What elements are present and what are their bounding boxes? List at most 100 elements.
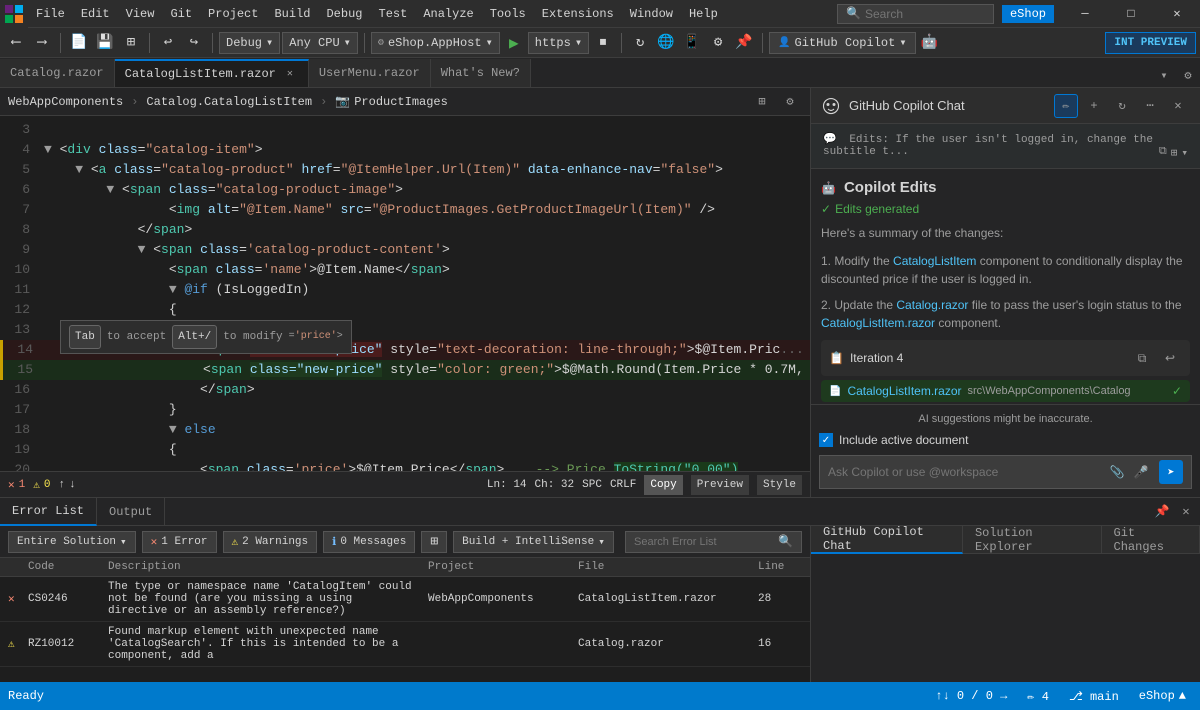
run-button[interactable]: ▶	[502, 31, 526, 55]
copilot-edit-mode-button[interactable]: ✏	[1054, 94, 1078, 118]
menu-build[interactable]: Build	[266, 0, 318, 27]
col-icon[interactable]	[0, 558, 20, 576]
copilot-profile[interactable]: 👤 GitHub Copilot ▾	[769, 32, 916, 54]
copilot-input[interactable]	[828, 465, 1099, 479]
code-editor[interactable]: 3 4 ▼ <div class="catalog-item"> 5 ▼ <a …	[0, 116, 810, 471]
col-description[interactable]: Description	[100, 558, 420, 576]
menu-project[interactable]: Project	[200, 0, 266, 27]
error-indicator[interactable]: ✕ 1	[8, 478, 25, 492]
undo-button[interactable]: ↩	[156, 31, 180, 55]
tab-error-list[interactable]: Error List	[0, 498, 97, 526]
menu-window[interactable]: Window	[622, 0, 681, 27]
device-button[interactable]: 📱	[680, 31, 704, 55]
tab-usermenu-razor[interactable]: UserMenu.razor	[309, 59, 431, 87]
menu-tools[interactable]: Tools	[482, 0, 534, 27]
intellisense-toggle[interactable]: ⊞	[421, 531, 447, 553]
menu-edit[interactable]: Edit	[73, 0, 118, 27]
save-all-button[interactable]: ⊞	[119, 31, 143, 55]
error-row-rz10012[interactable]: ⚠ RZ10012 Found markup element with unex…	[0, 622, 810, 667]
status-branch-button[interactable]: ⎇ main	[1063, 689, 1125, 704]
status-nav-button[interactable]: ↑↓ 0 / 0 →	[929, 689, 1013, 703]
copilot-send-button[interactable]: ➤	[1159, 460, 1183, 484]
cataloglistitem-link-1[interactable]: CatalogListItem	[893, 254, 976, 268]
close-tab-icon[interactable]: ✕	[282, 66, 298, 82]
tab-cataloglistitem-razor[interactable]: CatalogListItem.razor ✕	[115, 59, 309, 87]
warning-count-badge[interactable]: ⚠ 2 Warnings	[223, 531, 318, 553]
iteration-copy-button[interactable]: ⧉	[1130, 346, 1154, 370]
error-search-input[interactable]	[634, 536, 774, 548]
search-input[interactable]	[865, 7, 985, 21]
expand-message-icon[interactable]: ⊞	[1171, 146, 1178, 160]
preview-button[interactable]: Preview	[691, 475, 749, 495]
tab-git-changes[interactable]: Git Changes	[1102, 526, 1200, 554]
app-host-selector[interactable]: ⚙ eShop.AppHost ▾	[371, 32, 500, 54]
catalog-razor-link[interactable]: Catalog.razor	[896, 298, 968, 312]
new-file-button[interactable]: 📄	[67, 31, 91, 55]
menu-help[interactable]: Help	[681, 0, 726, 27]
copilot-more-button[interactable]: ⋯	[1138, 94, 1162, 118]
copilot-refresh-button[interactable]: ↻	[1110, 94, 1134, 118]
close-button[interactable]: ✕	[1154, 0, 1200, 28]
pin-panel-button[interactable]: 📌	[1152, 502, 1172, 522]
tab-output[interactable]: Output	[97, 498, 165, 526]
browser-button[interactable]: 🌐	[654, 31, 678, 55]
menu-file[interactable]: File	[28, 0, 73, 27]
save-button[interactable]: 💾	[93, 31, 117, 55]
copilot-new-chat-button[interactable]: +	[1082, 94, 1106, 118]
error-count-badge[interactable]: ✕ 1 Error	[142, 531, 217, 553]
status-eshop-button[interactable]: eShop ▲	[1133, 689, 1192, 703]
refresh-button[interactable]: ↻	[628, 31, 652, 55]
scope-dropdown[interactable]: Entire Solution ▾	[8, 531, 136, 553]
col-project[interactable]: Project	[420, 558, 570, 576]
stop-button[interactable]: ⏹	[591, 31, 615, 55]
input-attach-button[interactable]: 📎	[1107, 462, 1127, 482]
menu-search-box[interactable]: 🔍	[837, 4, 994, 24]
minimize-button[interactable]: ─	[1062, 0, 1108, 28]
tab-catalog-razor[interactable]: Catalog.razor	[0, 59, 115, 87]
tab-solution-explorer[interactable]: Solution Explorer	[963, 526, 1102, 554]
pin-button[interactable]: 📌	[732, 31, 756, 55]
copilot-icon-btn[interactable]: 🤖	[918, 31, 942, 55]
col-code[interactable]: Code	[20, 558, 100, 576]
cataloglistitem-link-2[interactable]: CatalogListItem.razor	[821, 316, 935, 330]
error-row-cs0246[interactable]: ✕ CS0246 The type or namespace name 'Cat…	[0, 577, 810, 622]
copy-button[interactable]: Copy	[644, 475, 682, 495]
build-filter-dropdown[interactable]: Build + IntelliSense ▾	[453, 531, 614, 553]
profile-dropdown[interactable]: https ▾	[528, 32, 589, 54]
message-count-badge[interactable]: ℹ 0 Messages	[323, 531, 415, 553]
file-item-cataloglistitem[interactable]: 📄 CatalogListItem.razor src\WebAppCompon…	[821, 380, 1190, 402]
tab-settings-button[interactable]: ⚙	[1176, 63, 1200, 87]
menu-view[interactable]: View	[118, 0, 163, 27]
menu-debug[interactable]: Debug	[318, 0, 370, 27]
copilot-close-button[interactable]: ✕	[1166, 94, 1190, 118]
breadcrumb-expand-button[interactable]: ⊞	[750, 90, 774, 114]
maximize-button[interactable]: □	[1108, 0, 1154, 28]
tab-copilot-chat-bottom[interactable]: GitHub Copilot Chat	[811, 526, 963, 554]
copy-message-icon[interactable]: ⧉	[1159, 146, 1167, 160]
back-button[interactable]: ⟵	[4, 31, 28, 55]
debug-config-dropdown[interactable]: Debug ▾	[219, 32, 280, 54]
settings-button[interactable]: ⚙	[706, 31, 730, 55]
tab-whats-new[interactable]: What's New?	[431, 59, 531, 87]
menu-test[interactable]: Test	[371, 0, 416, 27]
input-mic-button[interactable]: 🎤	[1131, 462, 1151, 482]
nav-arrows[interactable]: ↑ ↓	[58, 479, 75, 491]
iteration-undo-button[interactable]: ↩	[1158, 346, 1182, 370]
breadcrumb-settings-button[interactable]: ⚙	[778, 90, 802, 114]
tab-list-button[interactable]: ▾	[1152, 63, 1176, 87]
close-panel-button[interactable]: ✕	[1176, 502, 1196, 522]
status-pen-button[interactable]: ✏ 4	[1021, 689, 1055, 704]
platform-dropdown[interactable]: Any CPU ▾	[282, 32, 358, 54]
warning-indicator[interactable]: ⚠ 0	[33, 478, 50, 492]
menu-git[interactable]: Git	[162, 0, 200, 27]
menu-extensions[interactable]: Extensions	[534, 0, 622, 27]
menu-analyze[interactable]: Analyze	[415, 0, 481, 27]
forward-button[interactable]: ⟶	[30, 31, 54, 55]
chevron-down-icon[interactable]: ▾	[1181, 146, 1188, 160]
col-file[interactable]: File	[570, 558, 750, 576]
col-line[interactable]: Line	[750, 558, 810, 576]
error-search-box[interactable]: 🔍	[625, 531, 802, 553]
style-button[interactable]: Style	[757, 475, 802, 495]
include-document-checkbox[interactable]: ✓	[819, 433, 833, 447]
redo-button[interactable]: ↪	[182, 31, 206, 55]
